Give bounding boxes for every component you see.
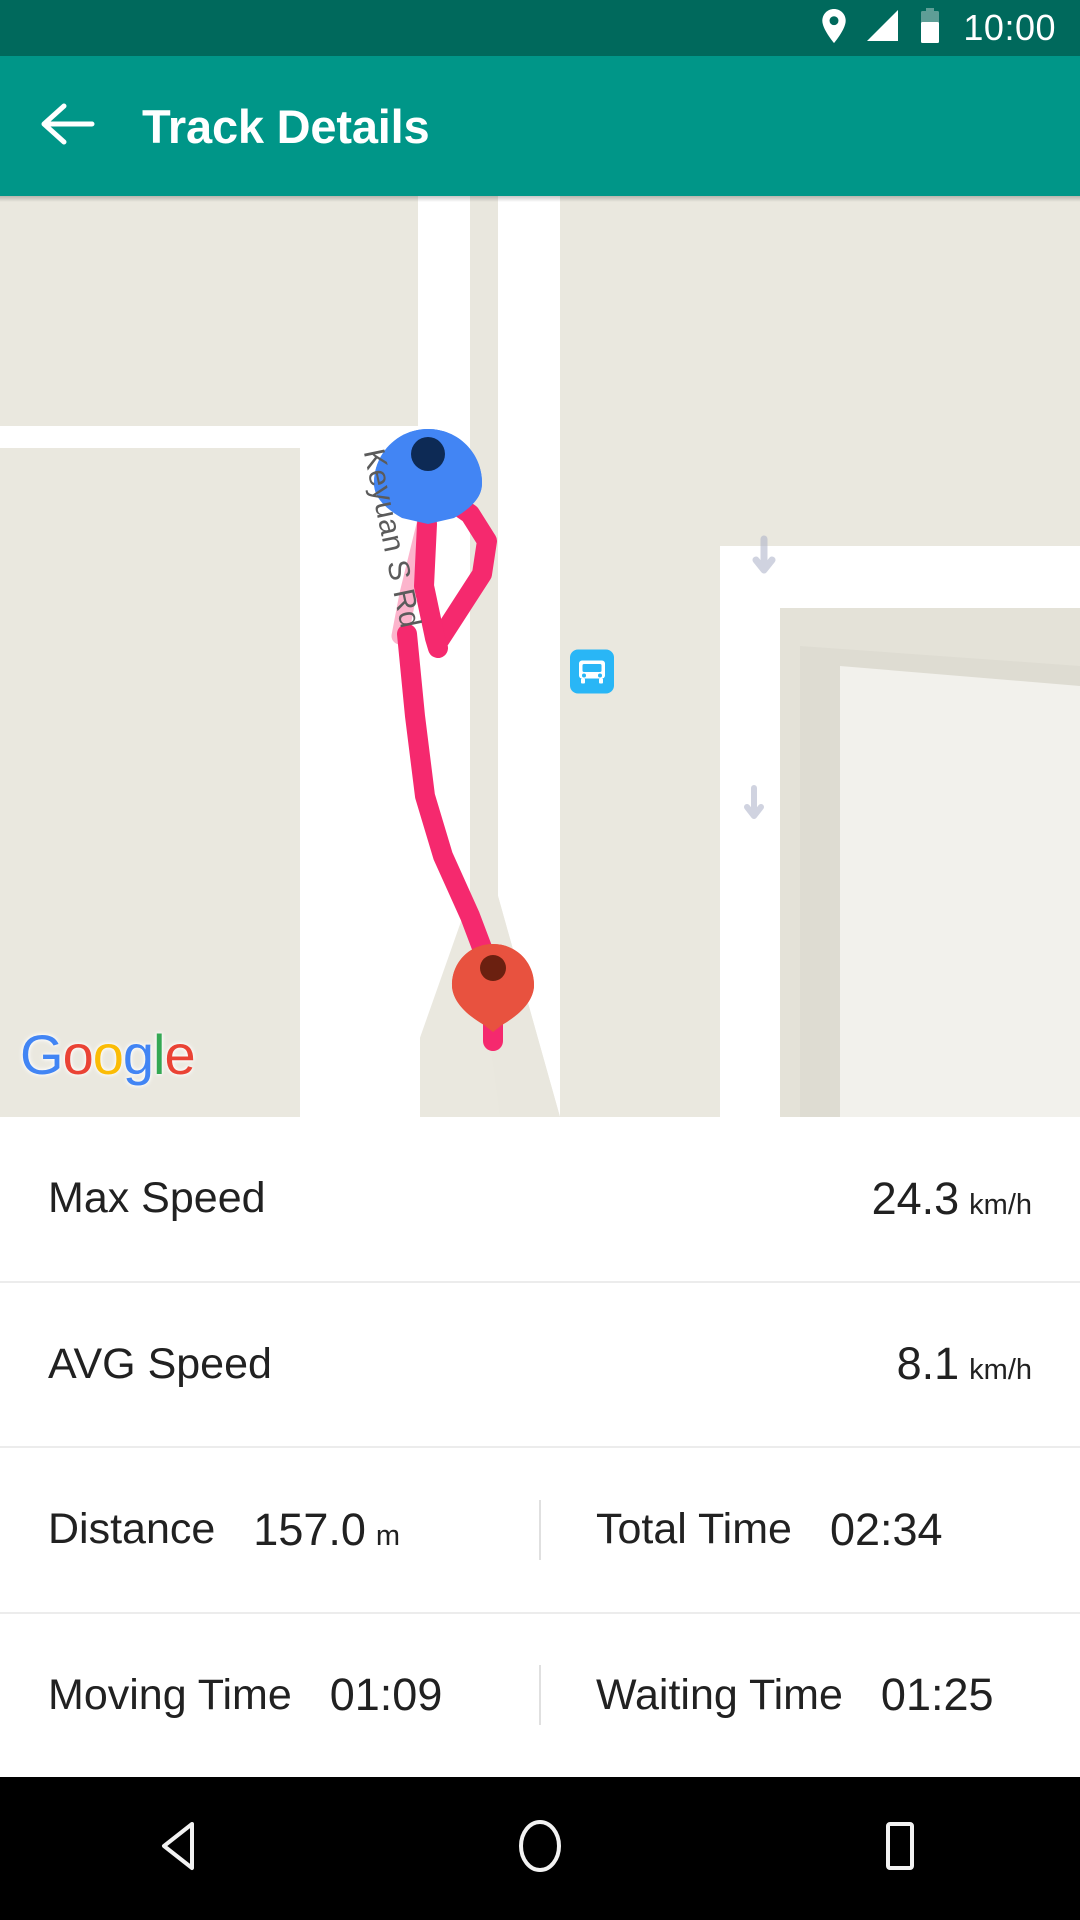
distance-unit: m bbox=[375, 1519, 401, 1552]
nav-home-button[interactable] bbox=[480, 1799, 600, 1899]
map-canvas bbox=[0, 196, 1080, 1117]
stats-list: Max Speed 24.3 km/h AVG Speed 8.1 km/h D… bbox=[0, 1117, 1080, 1777]
distance-value: 157.0 bbox=[253, 1503, 366, 1555]
logo-letter: o bbox=[92, 1023, 124, 1086]
logo-letter: o bbox=[62, 1023, 94, 1086]
waiting-time-value: 01:25 bbox=[880, 1669, 994, 1721]
nav-back-button[interactable] bbox=[120, 1799, 240, 1899]
stat-cell-moving-time: Moving Time 01:09 bbox=[48, 1669, 540, 1721]
moving-time-value: 01:09 bbox=[329, 1669, 443, 1721]
location-pin-icon bbox=[821, 8, 847, 48]
back-triangle-icon bbox=[154, 1818, 206, 1879]
stat-cell-waiting-time: Waiting Time 01:25 bbox=[540, 1669, 1032, 1721]
total-time-label: Total Time bbox=[596, 1505, 792, 1554]
map-view[interactable]: Keyuan S Rd G o o g l e bbox=[0, 196, 1080, 1117]
stat-row-moving-waiting-time[interactable]: Moving Time 01:09 Waiting Time 01:25 bbox=[0, 1614, 1080, 1778]
avg-speed-value: 8.1 bbox=[896, 1338, 960, 1390]
stat-cell-total-time: Total Time 02:34 bbox=[540, 1504, 1032, 1556]
stat-row-avg-speed[interactable]: AVG Speed 8.1 km/h bbox=[0, 1283, 1080, 1448]
stat-row-max-speed[interactable]: Max Speed 24.3 km/h bbox=[0, 1117, 1080, 1283]
max-speed-unit: km/h bbox=[969, 1188, 1032, 1221]
track-details-screen: 10:00 Track Details Keyuan S Rd G o o g … bbox=[0, 0, 1080, 1920]
logo-letter: l bbox=[153, 1023, 165, 1086]
logo-letter: G bbox=[20, 1023, 64, 1086]
avg-speed-label: AVG Speed bbox=[48, 1339, 272, 1388]
max-speed-label: Max Speed bbox=[48, 1174, 266, 1223]
distance-value-group: 157.0 m bbox=[253, 1504, 400, 1556]
status-time: 10:00 bbox=[963, 7, 1056, 48]
cell-divider bbox=[539, 1665, 541, 1726]
nav-recents-button[interactable] bbox=[840, 1799, 960, 1899]
waiting-time-label: Waiting Time bbox=[596, 1670, 843, 1719]
recents-square-icon bbox=[875, 1818, 925, 1879]
distance-label: Distance bbox=[48, 1505, 216, 1554]
cell-divider bbox=[539, 1499, 541, 1560]
logo-letter: g bbox=[122, 1023, 154, 1086]
system-navigation-bar bbox=[0, 1777, 1080, 1920]
home-circle-icon bbox=[512, 1817, 568, 1880]
back-button[interactable] bbox=[36, 94, 100, 158]
status-bar: 10:00 bbox=[0, 0, 1080, 56]
stat-row-distance-total-time[interactable]: Distance 157.0 m Total Time 02:34 bbox=[0, 1448, 1080, 1614]
logo-letter: e bbox=[164, 1023, 195, 1086]
total-time-value: 02:34 bbox=[829, 1503, 943, 1555]
page-title: Track Details bbox=[142, 99, 430, 153]
arrow-back-icon bbox=[40, 101, 96, 152]
stat-cell-distance: Distance 157.0 m bbox=[48, 1504, 540, 1556]
app-bar: Track Details bbox=[0, 56, 1080, 196]
moving-time-label: Moving Time bbox=[48, 1670, 292, 1719]
max-speed-value-group: 24.3 km/h bbox=[872, 1173, 1032, 1225]
signal-icon bbox=[865, 9, 901, 48]
google-watermark: G o o g l e bbox=[20, 1022, 196, 1087]
avg-speed-unit: km/h bbox=[969, 1354, 1032, 1387]
max-speed-value: 24.3 bbox=[871, 1172, 960, 1224]
battery-icon bbox=[919, 7, 941, 49]
bus-stop-icon[interactable] bbox=[569, 649, 615, 700]
avg-speed-value-group: 8.1 km/h bbox=[897, 1338, 1032, 1390]
